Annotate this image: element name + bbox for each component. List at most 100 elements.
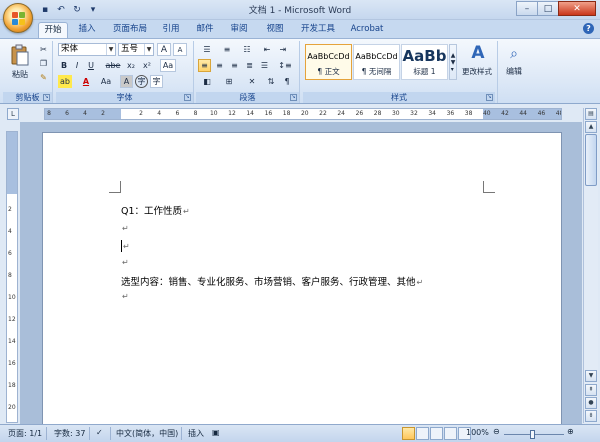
borders-icon[interactable]: ⊞: [220, 75, 238, 88]
scrollbar-thumb[interactable]: [585, 134, 597, 186]
page-count[interactable]: 页面: 1/1: [8, 428, 42, 439]
tab-home[interactable]: 开始: [38, 22, 68, 38]
crop-mark: [109, 181, 121, 193]
style-normal[interactable]: AaBbCcDd ¶ 正文: [305, 44, 352, 80]
clear-formatting-button[interactable]: Aa: [160, 59, 176, 72]
document-paragraph[interactable]: 选型内容：销售、专业化服务、市场营销、客户服务、行政管理、其他↵: [121, 274, 423, 288]
minimize-button[interactable]: –: [516, 1, 538, 16]
tab-mailings[interactable]: 邮件: [190, 22, 220, 38]
subscript-button[interactable]: x₂: [124, 59, 138, 72]
tab-insert[interactable]: 插入: [72, 22, 102, 38]
binoculars-icon[interactable]: ⌕: [504, 44, 524, 64]
superscript-button[interactable]: x²: [140, 59, 154, 72]
strikethrough-button[interactable]: abe: [104, 59, 122, 72]
proofing-icon[interactable]: ✓: [96, 428, 103, 437]
bullets-icon[interactable]: ☰: [198, 43, 216, 56]
select-browse-object-icon[interactable]: ●: [585, 397, 597, 409]
shading-icon[interactable]: ◧: [198, 75, 216, 88]
underline-button[interactable]: U: [84, 59, 98, 72]
sort-icon[interactable]: ⇅: [264, 75, 278, 88]
tab-selector[interactable]: L: [7, 108, 19, 120]
change-styles-icon[interactable]: A: [463, 43, 493, 63]
font-color-button[interactable]: A: [80, 75, 92, 88]
horizontal-ruler[interactable]: 8 6 4 2 2 4 6 8 10 12 14 16 18 20 22 24 26 28 30 32 34 36 38 40…: [44, 108, 562, 120]
ruler-toggle-icon[interactable]: ▤: [585, 108, 597, 120]
style-no-spacing[interactable]: AaBbCcDd ¶ 无间隔: [353, 44, 400, 80]
highlight-button[interactable]: ab: [58, 75, 72, 88]
increase-indent-icon[interactable]: ⇥: [276, 43, 290, 56]
decrease-indent-icon[interactable]: ⇤: [260, 43, 274, 56]
web-layout-view-icon[interactable]: [430, 427, 443, 440]
zoom-in-icon[interactable]: ⊕: [567, 427, 574, 436]
full-screen-view-icon[interactable]: [416, 427, 429, 440]
tab-page-layout[interactable]: 页面布局: [108, 22, 152, 38]
print-layout-view-icon[interactable]: [402, 427, 415, 440]
asian-layout-icon[interactable]: ✕: [242, 75, 262, 88]
paragraph-group-label: 段落 ↘: [196, 92, 299, 103]
zoom-level[interactable]: 100%: [466, 428, 489, 437]
bold-button[interactable]: B: [58, 59, 70, 72]
document-paragraph[interactable]: ↵: [121, 223, 129, 234]
numbering-icon[interactable]: ≡: [218, 43, 236, 56]
line-spacing-icon[interactable]: ↕≡: [276, 59, 294, 72]
zoom-slider-thumb[interactable]: [530, 430, 535, 439]
next-page-icon[interactable]: ⇟: [585, 410, 597, 422]
scroll-up-icon[interactable]: ▲: [585, 121, 597, 133]
office-button[interactable]: [3, 3, 33, 33]
outline-view-icon[interactable]: [444, 427, 457, 440]
macro-record-icon[interactable]: ▣: [212, 428, 220, 437]
scroll-down-icon[interactable]: ▼: [585, 370, 597, 382]
multilevel-list-icon[interactable]: ☷: [238, 43, 256, 56]
paste-icon[interactable]: [7, 44, 33, 66]
style-heading-1[interactable]: AaBb 标题 1: [401, 44, 448, 80]
editing-button[interactable]: 编辑: [500, 65, 528, 78]
document-paragraph[interactable]: Q1：工作性质↵: [121, 203, 190, 217]
justify-icon[interactable]: ≣: [243, 59, 256, 72]
change-case-button[interactable]: Aa: [98, 75, 114, 88]
font-size-combo[interactable]: 五号 ▼: [118, 43, 154, 56]
format-painter-icon[interactable]: ✎: [37, 71, 50, 84]
tab-references[interactable]: 引用: [156, 22, 186, 38]
italic-button[interactable]: I: [71, 59, 83, 72]
tab-view[interactable]: 视图: [258, 22, 292, 38]
close-button[interactable]: ✕: [558, 1, 596, 16]
previous-page-icon[interactable]: ⇞: [585, 384, 597, 396]
char-border-button[interactable]: 字: [150, 75, 163, 88]
document-paragraph[interactable]: ↵: [121, 291, 129, 302]
language-indicator[interactable]: 中文(简体，中国): [116, 428, 178, 439]
enclose-char-icon[interactable]: 字: [135, 75, 148, 88]
change-styles-button[interactable]: 更改样式: [457, 65, 497, 78]
document-page[interactable]: Q1：工作性质↵ ↵ ↵ ↵ 选型内容：销售、专业化服务、市场营销、客户服务、行政管理、…: [42, 132, 562, 432]
styles-scroll-icon[interactable]: ▲ ▼ ▾: [449, 44, 457, 80]
grow-font-button[interactable]: A: [157, 43, 171, 56]
clipboard-launcher-icon[interactable]: ↘: [43, 94, 50, 101]
distributed-icon[interactable]: ☰: [258, 59, 271, 72]
tab-review[interactable]: 审阅: [224, 22, 254, 38]
font-name-combo[interactable]: 宋体 ▼: [58, 43, 116, 56]
copy-icon[interactable]: ❐: [37, 57, 50, 70]
align-center-icon[interactable]: ≡: [213, 59, 226, 72]
char-shading-button[interactable]: A: [120, 75, 133, 88]
word-count[interactable]: 字数: 37: [54, 428, 85, 439]
document-paragraph[interactable]: ↵: [121, 240, 130, 252]
paste-button[interactable]: 粘贴: [5, 68, 35, 81]
align-right-icon[interactable]: ≡: [228, 59, 241, 72]
font-group-label: 字体 ↘: [56, 92, 193, 103]
paragraph-launcher-icon[interactable]: ↘: [290, 94, 297, 101]
show-marks-icon[interactable]: ¶: [280, 75, 294, 88]
insert-mode[interactable]: 插入: [188, 428, 204, 439]
tab-developer[interactable]: 开发工具: [296, 22, 340, 38]
cut-icon[interactable]: ✂: [37, 43, 50, 56]
office-logo-icon: [12, 12, 25, 25]
shrink-font-button[interactable]: A: [173, 43, 187, 56]
tab-acrobat[interactable]: Acrobat: [346, 22, 388, 38]
zoom-out-icon[interactable]: ⊖: [493, 427, 500, 436]
help-icon[interactable]: ?: [583, 23, 594, 34]
document-paragraph[interactable]: ↵: [121, 257, 129, 268]
align-left-icon[interactable]: ≡: [198, 59, 211, 72]
maximize-button[interactable]: □: [537, 1, 559, 16]
vertical-ruler[interactable]: 2 4 6 8 10 12 14 16 18 20: [6, 131, 18, 423]
font-launcher-icon[interactable]: ↘: [184, 94, 191, 101]
styles-launcher-icon[interactable]: ↘: [486, 94, 493, 101]
vertical-scrollbar[interactable]: ▤ ▲ ▼ ⇞ ● ⇟: [583, 108, 598, 423]
